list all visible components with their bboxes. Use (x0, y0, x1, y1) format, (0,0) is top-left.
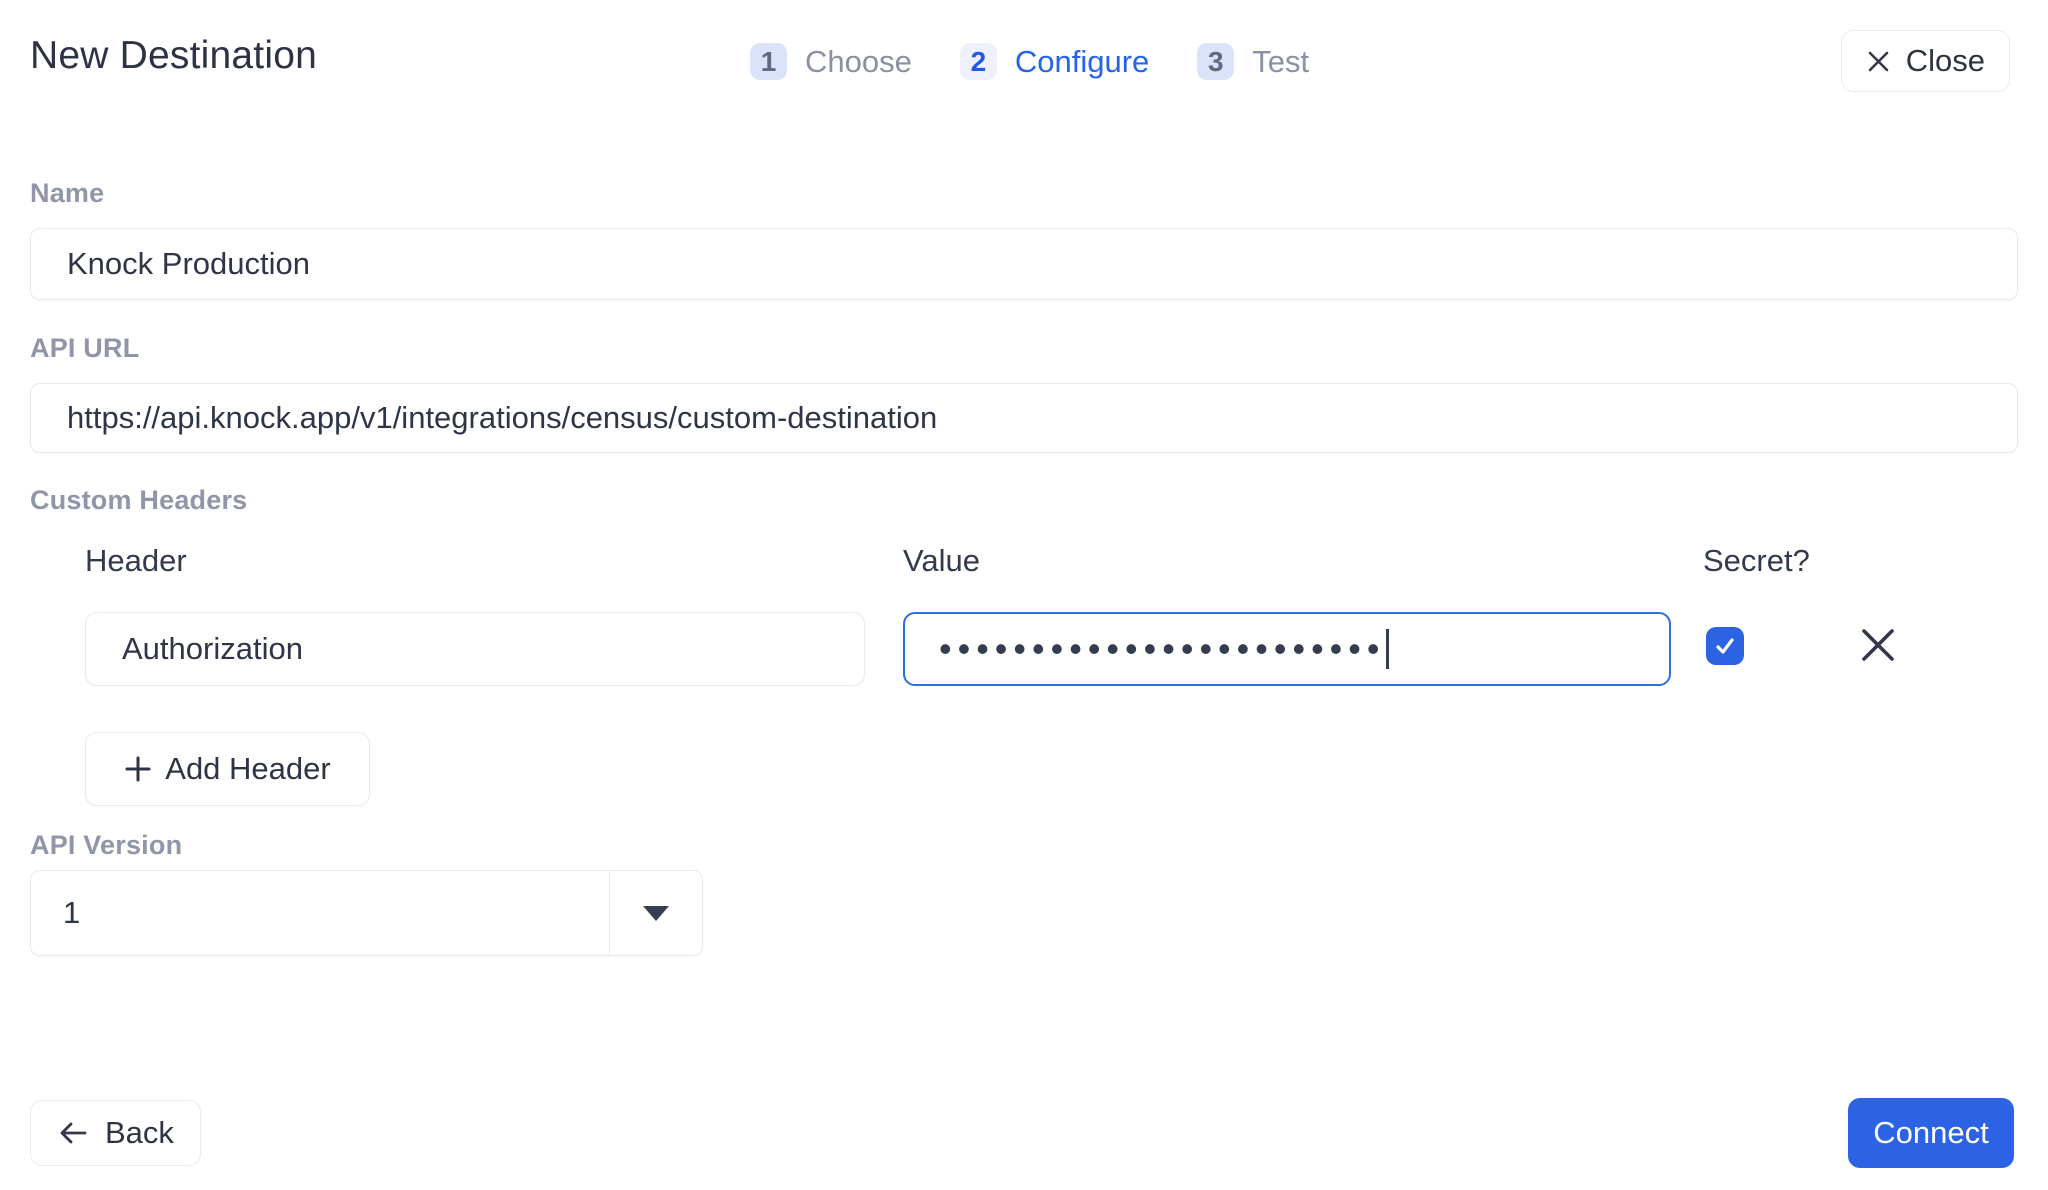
secret-checkbox[interactable] (1706, 627, 1744, 665)
api-version-select[interactable]: 1 (30, 870, 703, 956)
column-value-label: Value (903, 543, 980, 579)
close-button-label: Close (1906, 43, 1985, 79)
step-label: Test (1252, 44, 1309, 80)
column-secret-label: Secret? (1703, 543, 1810, 579)
api-url-label: API URL (30, 333, 139, 364)
checkmark-icon (1713, 634, 1737, 658)
step-number-badge: 2 (960, 43, 997, 80)
masked-secret-value: •••••••••••••••••••••••• (939, 612, 1385, 686)
step-choose[interactable]: 1 Choose (750, 43, 912, 80)
wizard-stepper: 1 Choose 2 Configure 3 Test (750, 43, 1309, 80)
header-value-input[interactable]: •••••••••••••••••••••••• (903, 612, 1671, 686)
new-destination-dialog: New Destination 1 Choose 2 Configure 3 T… (0, 0, 2048, 1190)
name-label: Name (30, 178, 104, 209)
column-header-label: Header (85, 543, 187, 579)
connect-button[interactable]: Connect (1848, 1098, 2014, 1168)
header-name-input[interactable]: Authorization (85, 612, 865, 686)
arrow-left-icon (57, 1119, 89, 1147)
close-icon (1866, 49, 1891, 74)
name-input[interactable]: Knock Production (30, 228, 2018, 300)
delete-header-row-button[interactable] (1855, 622, 1901, 668)
connect-button-label: Connect (1873, 1115, 1988, 1151)
chevron-down-icon (643, 906, 669, 921)
step-label: Configure (1015, 44, 1149, 80)
header-name-input-value: Authorization (122, 631, 303, 667)
select-caret-area[interactable] (610, 871, 702, 955)
page-title: New Destination (30, 34, 317, 78)
custom-headers-label: Custom Headers (30, 485, 247, 516)
back-button[interactable]: Back (30, 1100, 201, 1166)
add-header-button[interactable]: Add Header (85, 732, 370, 806)
name-input-value: Knock Production (67, 246, 310, 282)
step-configure[interactable]: 2 Configure (960, 43, 1149, 80)
api-url-input[interactable]: https://api.knock.app/v1/integrations/ce… (30, 383, 2018, 453)
text-cursor (1386, 629, 1389, 669)
add-header-button-label: Add Header (165, 751, 330, 787)
close-button[interactable]: Close (1841, 30, 2010, 92)
step-number-badge: 1 (750, 43, 787, 80)
api-version-label: API Version (30, 830, 182, 861)
api-url-input-value: https://api.knock.app/v1/integrations/ce… (67, 400, 937, 436)
step-number-badge: 3 (1197, 43, 1234, 80)
x-icon (1858, 625, 1898, 665)
api-version-selected-value: 1 (31, 871, 610, 955)
plus-icon (124, 755, 152, 783)
back-button-label: Back (105, 1115, 174, 1151)
step-test[interactable]: 3 Test (1197, 43, 1309, 80)
step-label: Choose (805, 44, 912, 80)
